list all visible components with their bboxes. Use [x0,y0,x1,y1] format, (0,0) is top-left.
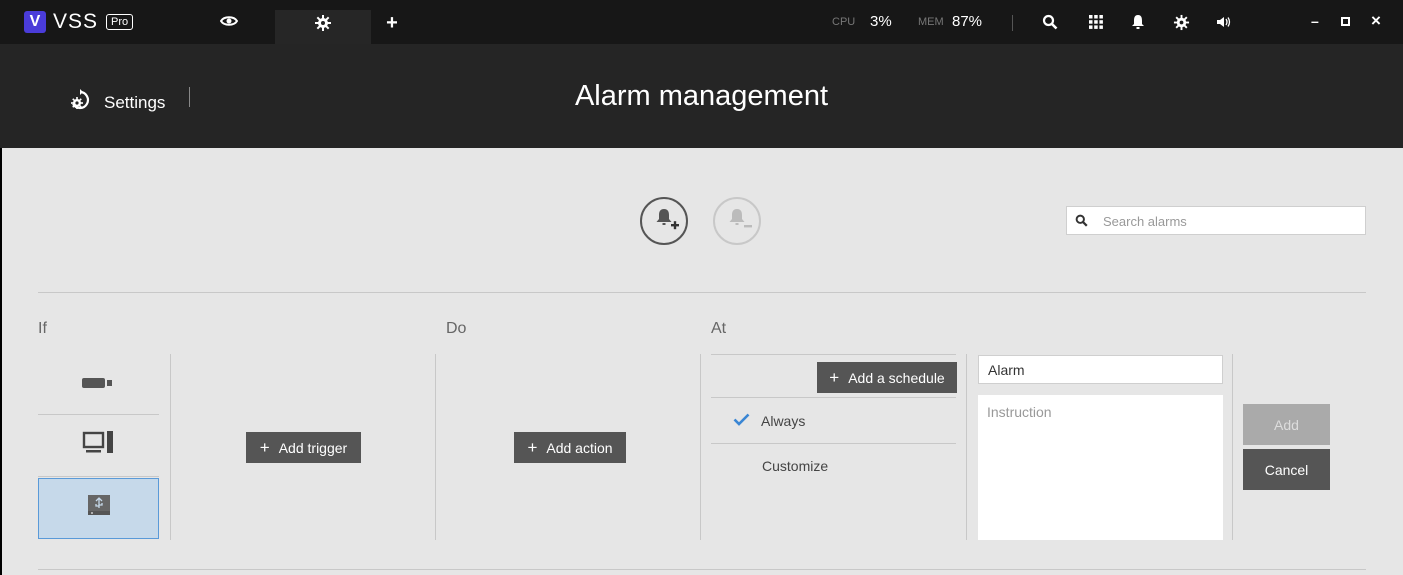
speaker-icon[interactable] [1213,11,1235,33]
remove-alarm-button[interactable] [713,197,761,245]
gear-icon[interactable] [1170,11,1192,33]
source-divider [38,476,159,477]
camera-icon [81,376,117,395]
add-trigger-button[interactable]: + Add trigger [246,432,361,463]
always-label: Always [761,413,806,429]
do-section-label: Do [446,320,467,337]
eye-icon [220,14,238,28]
add-action-label: Add action [546,439,613,456]
schedule-option-customize[interactable]: Customize [762,458,828,474]
edition-badge: Pro [106,14,134,30]
alarm-management-panel: If Do At + Add trigger + Add action + Ad… [0,148,1403,575]
search-icon[interactable] [1039,11,1061,33]
source-computer[interactable] [38,416,159,474]
top-divider [38,292,1366,293]
plus-icon: + [259,437,270,457]
usb-drive-icon [84,493,114,524]
close-button[interactable]: × [1371,11,1381,31]
maximize-button[interactable] [1341,17,1350,26]
tab-liveview[interactable] [181,10,277,44]
app-logo: V VSS Pro [24,10,134,34]
title-bar: V VSS Pro + CPU 3% MEM 87% – × [0,0,1403,44]
add-trigger-label: Add trigger [278,439,348,456]
mem-label: MEM [918,16,944,28]
computer-icon [82,429,116,462]
instruction-field[interactable] [978,395,1223,540]
minimize-button[interactable]: – [1311,13,1319,29]
divider [1012,15,1013,31]
bottom-divider [38,569,1366,570]
column-divider [435,354,436,540]
gear-icon [314,14,332,32]
add-action-button[interactable]: + Add action [514,432,626,463]
at-section-label: At [711,320,727,337]
schedule-option-always[interactable]: Always [733,413,805,429]
cancel-button[interactable]: Cancel [1243,449,1330,490]
schedule-divider [711,443,956,444]
column-divider [700,354,701,540]
search-alarms-box[interactable] [1066,206,1366,235]
source-camera[interactable] [38,356,159,414]
schedule-top-divider [711,354,956,355]
window-edge [0,148,2,575]
source-divider [38,414,159,415]
logo-mark: V [24,11,46,33]
check-icon [733,413,750,429]
add-alarm-button[interactable] [640,197,688,245]
bell-remove-icon [720,202,754,241]
cpu-value: 3% [870,13,892,30]
customize-label: Customize [762,458,829,474]
column-divider [966,354,967,540]
plus-icon: + [527,437,538,457]
page-title: Alarm management [574,80,829,112]
app-name: VSS [53,10,99,33]
add-button[interactable]: Add [1243,404,1330,445]
plus-icon: + [829,367,840,387]
grid-icon[interactable] [1085,11,1107,33]
tab-add[interactable]: + [344,10,440,44]
column-divider [1232,354,1233,540]
page-header: Settings Alarm management [0,44,1403,148]
cpu-label: CPU [832,16,856,28]
alarm-name-field[interactable] [978,355,1223,384]
add-schedule-button[interactable]: + Add a schedule [817,362,957,393]
search-icon [1075,214,1088,232]
plus-icon: + [386,12,398,34]
bell-add-icon [647,202,681,241]
if-section-label: If [38,320,47,337]
add-schedule-label: Add a schedule [848,369,945,386]
search-input[interactable] [1103,211,1353,231]
mem-value: 87% [952,13,983,30]
source-usb-drive[interactable] [38,478,159,539]
bell-icon[interactable] [1127,11,1149,33]
column-divider [170,354,171,540]
schedule-divider [711,397,956,398]
